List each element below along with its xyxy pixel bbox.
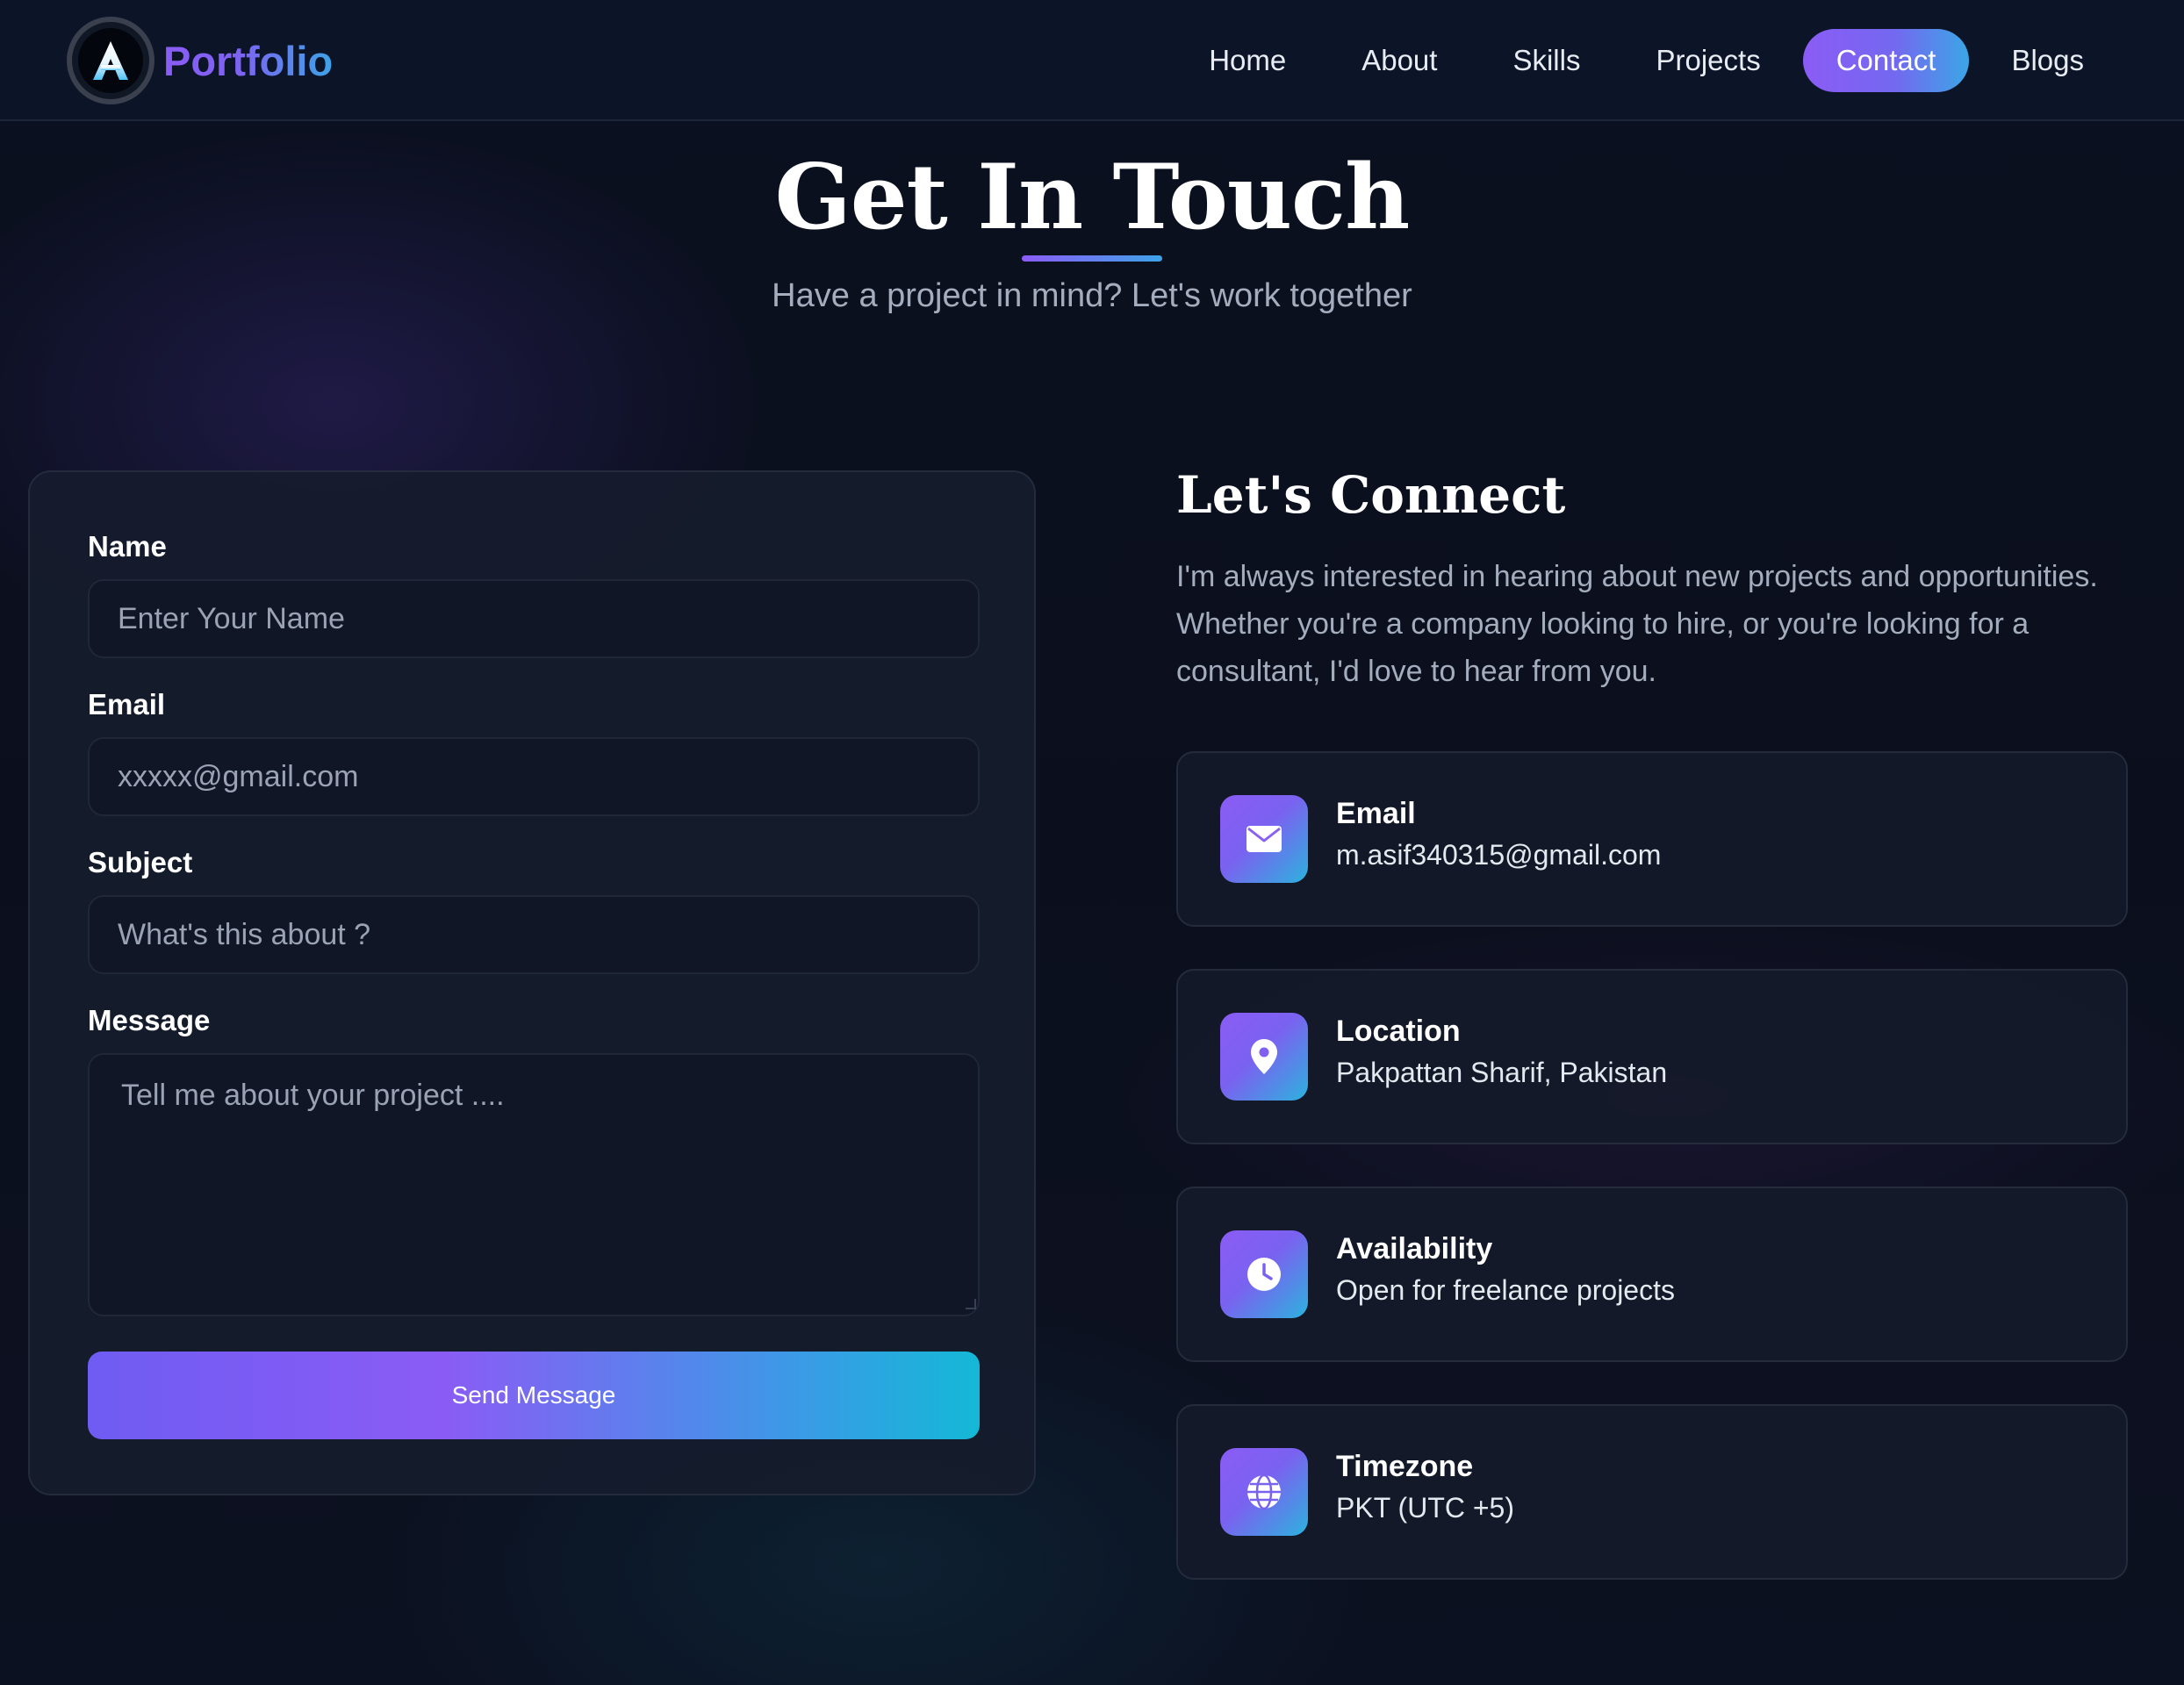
clock-icon <box>1220 1230 1308 1318</box>
connect-description: I'm always interested in hearing about n… <box>1176 560 2098 688</box>
page-title: Get In Touch <box>774 145 1411 250</box>
contact-form: Name Email Subject Message Send Message <box>28 470 1036 1495</box>
map-pin-icon <box>1220 1013 1308 1101</box>
textarea-resize-handle[interactable] <box>966 1299 976 1309</box>
letter-a-logo-icon <box>67 17 154 104</box>
info-value-email: m.asif340315@gmail.com <box>1336 839 1662 871</box>
info-label: Location <box>1336 1015 1461 1048</box>
nav-item-home[interactable]: Home <box>1175 29 1319 92</box>
globe-icon <box>1220 1448 1308 1536</box>
info-value-timezone: PKT (UTC +5) <box>1336 1492 1514 1524</box>
nav-item-projects[interactable]: Projects <box>1622 29 1793 92</box>
title-underline <box>1022 255 1162 262</box>
nav-item-contact[interactable]: Contact <box>1802 29 1970 92</box>
connect-heading: Let's Connect <box>1176 465 1566 525</box>
brand-logo[interactable]: Portfolio <box>67 17 333 104</box>
info-card-availability: Availability Open for freelance projects <box>1176 1187 2128 1362</box>
nav-item-about[interactable]: About <box>1328 29 1470 92</box>
email-label: Email <box>88 688 166 721</box>
info-label: Timezone <box>1336 1450 1474 1483</box>
info-card-timezone: Timezone PKT (UTC +5) <box>1176 1404 2128 1580</box>
email-input[interactable] <box>88 737 980 816</box>
subject-input[interactable] <box>88 895 980 974</box>
info-value-availability: Open for freelance projects <box>1336 1274 1675 1306</box>
subject-label: Subject <box>88 846 193 878</box>
message-textarea[interactable] <box>88 1053 980 1316</box>
send-message-button[interactable]: Send Message <box>88 1352 980 1439</box>
info-label: Availability <box>1336 1232 1493 1266</box>
envelope-icon <box>1220 795 1308 883</box>
info-label: Email <box>1336 797 1416 830</box>
brand-name: Portfolio <box>163 37 334 84</box>
nav-menu: Home About Skills Projects Contact Blogs <box>1175 29 2117 92</box>
name-input[interactable] <box>88 579 980 658</box>
navbar: Portfolio Home About Skills Projects Con… <box>0 0 2184 121</box>
info-card-location: Location Pakpattan Sharif, Pakistan <box>1176 969 2128 1144</box>
nav-item-skills[interactable]: Skills <box>1479 29 1613 92</box>
info-card-email: Email m.asif340315@gmail.com <box>1176 751 2128 927</box>
message-label: Message <box>88 1004 211 1036</box>
nav-item-blogs[interactable]: Blogs <box>1978 29 2117 92</box>
page-subtitle: Have a project in mind? Let's work toget… <box>772 277 1412 314</box>
info-value-location: Pakpattan Sharif, Pakistan <box>1336 1057 1668 1088</box>
name-label: Name <box>88 530 167 563</box>
